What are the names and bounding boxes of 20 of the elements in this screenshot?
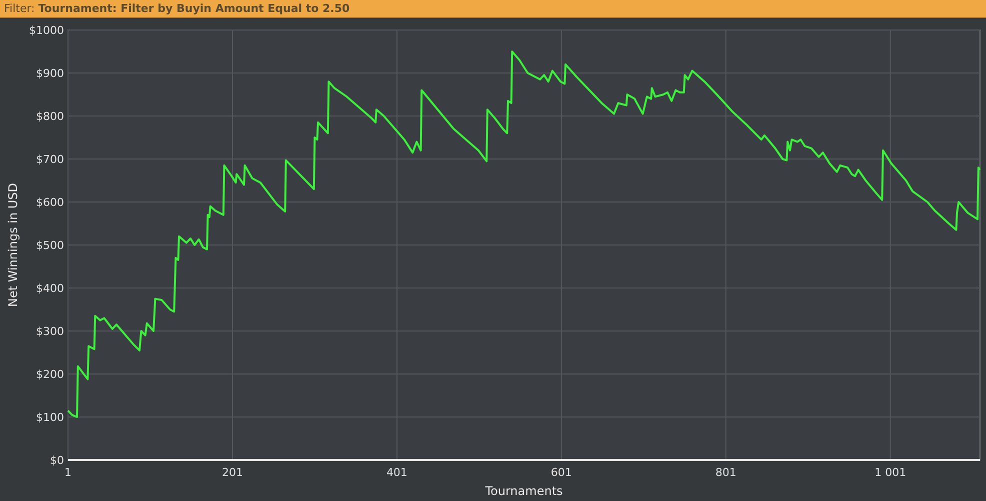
- y-tick-label: $400: [36, 282, 64, 295]
- y-tick-label: $500: [36, 239, 64, 252]
- y-tick-label: $1000: [29, 24, 64, 37]
- x-axis-title: Tournaments: [485, 484, 563, 498]
- y-tick-label: $100: [36, 411, 64, 424]
- y-tick-label: $200: [36, 368, 64, 381]
- y-tick-label: $300: [36, 325, 64, 338]
- x-tick-label: 601: [550, 466, 572, 479]
- x-tick-label: 1: [64, 466, 72, 479]
- y-tick-label: $900: [36, 67, 64, 80]
- y-tick-label: $700: [36, 153, 64, 166]
- x-tick-label: 1 001: [874, 466, 906, 479]
- x-tick-label: 801: [715, 466, 736, 479]
- filter-text: Filter: Tournament: Filter by Buyin Amount Equal to 2.50: [4, 3, 350, 14]
- y-tick-label: $600: [36, 196, 64, 209]
- x-tick-label: 401: [386, 466, 408, 479]
- y-tick-label: $800: [36, 110, 64, 123]
- y-axis-title: Net Winnings in USD: [6, 182, 20, 308]
- y-tick-label: $0: [50, 454, 64, 467]
- x-tick-label: 201: [222, 466, 243, 479]
